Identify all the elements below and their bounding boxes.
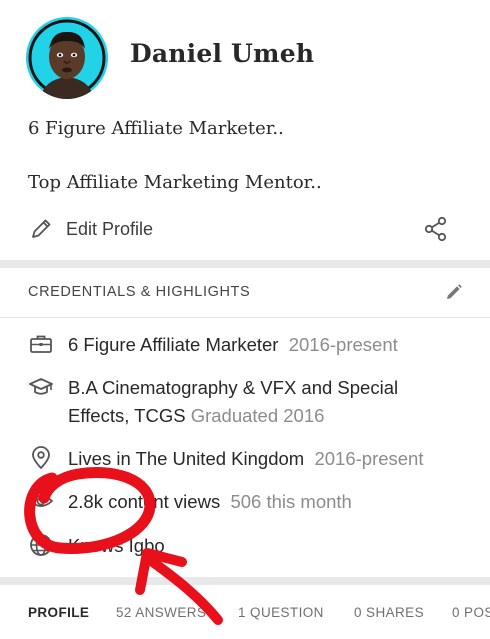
tab-shares[interactable]: 0 SHARES: [354, 605, 424, 620]
avatar[interactable]: [26, 17, 108, 99]
credential-meta: 2016-present: [288, 334, 398, 355]
location-pin-icon: [32, 446, 50, 469]
bio-line-2: Top Affiliate Marketing Mentor..: [28, 172, 322, 193]
credential-text-cont: Effects, TCGS: [68, 405, 186, 426]
globe-icon: [30, 534, 52, 556]
credential-text: 6 Figure Affiliate Marketer: [68, 334, 279, 355]
eye-icon: [28, 495, 54, 507]
avatar-portrait: [26, 17, 108, 99]
credential-meta: 2016-present: [314, 448, 424, 469]
section-divider: [0, 260, 490, 268]
credential-meta: Graduated 2016: [190, 405, 325, 426]
credential-meta: 506 this month: [230, 491, 352, 512]
briefcase-icon: [30, 335, 52, 353]
credential-views: 2.8k content views 506 this month: [28, 488, 468, 516]
credential-text: B.A Cinematography & VFX and Special: [68, 377, 399, 398]
graduation-cap-icon: [29, 378, 53, 395]
credential-text: Knows Igbo: [68, 535, 165, 556]
tab-profile[interactable]: PROFILE: [28, 605, 89, 620]
edit-profile-button[interactable]: Edit Profile: [28, 213, 153, 245]
divider: [0, 317, 490, 318]
edit-share-row: Edit Profile: [28, 213, 452, 245]
credential-text: 2.8k content views: [68, 491, 221, 512]
edit-profile-label: Edit Profile: [66, 218, 154, 239]
credential-text: Lives in The United Kingdom: [68, 448, 305, 469]
profile-name: Daniel Umeh: [130, 39, 315, 68]
section-divider: [0, 577, 490, 585]
credentials-heading: CREDENTIALS & HIGHLIGHTS: [28, 284, 251, 300]
edit-credentials-button[interactable]: [444, 282, 464, 302]
bio-line-1: 6 Figure Affiliate Marketer..: [28, 118, 284, 139]
profile-tabs: PROFILE 52 ANSWERS 1 QUESTION 0 SHARES 0…: [0, 585, 490, 639]
share-button[interactable]: [422, 215, 450, 243]
pencil-icon: [32, 219, 51, 238]
share-icon: [424, 216, 447, 242]
tab-posts[interactable]: 0 POS: [452, 605, 490, 620]
profile-header: Daniel Umeh: [26, 17, 466, 101]
credential-employment: 6 Figure Affiliate Marketer 2016-present: [28, 331, 468, 359]
credential-location: Lives in The United Kingdom 2016-present: [28, 445, 468, 473]
credential-education: B.A Cinematography & VFX and Special Eff…: [28, 374, 468, 430]
credential-language: Knows Igbo: [28, 532, 468, 560]
tab-questions[interactable]: 1 QUESTION: [238, 605, 324, 620]
tab-answers[interactable]: 52 ANSWERS: [116, 605, 206, 620]
pencil-icon: [447, 284, 462, 299]
